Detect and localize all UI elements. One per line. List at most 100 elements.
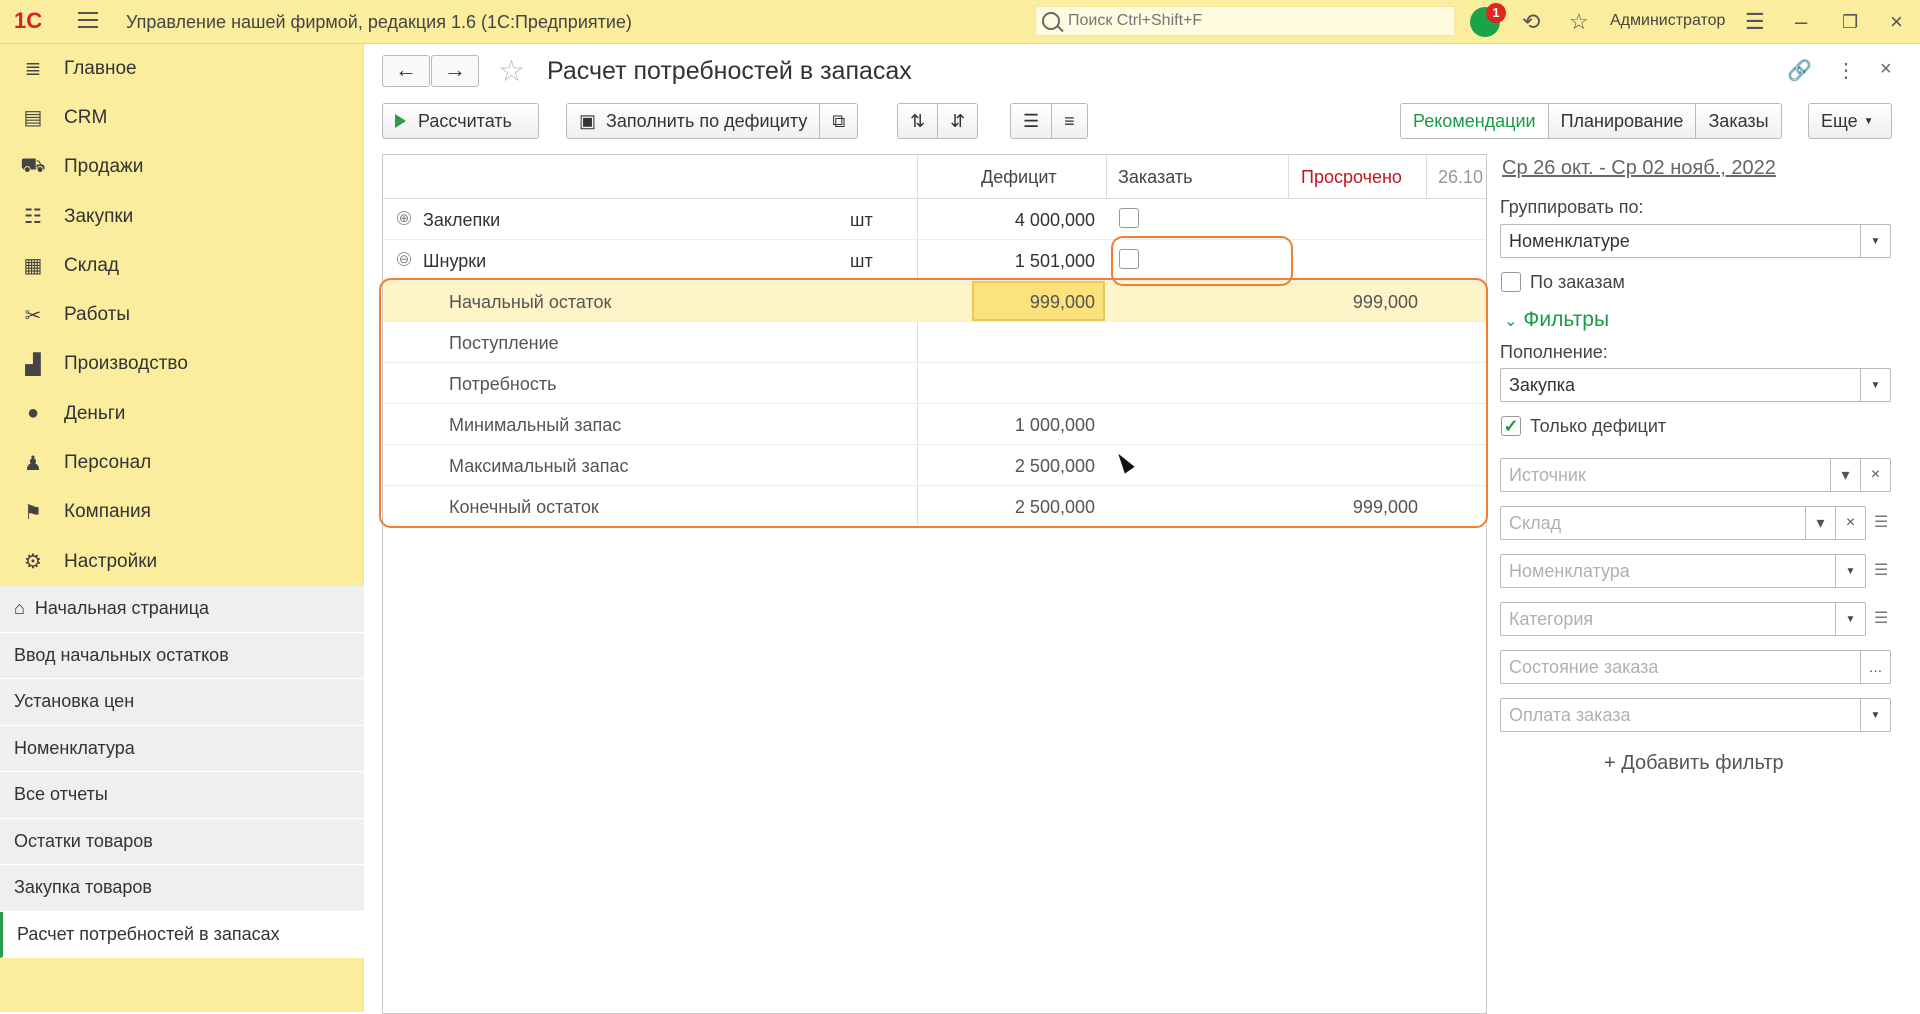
category-field[interactable]: Категория ▼ (1500, 602, 1866, 636)
sidebar-item-company[interactable]: ⚑ Компания (0, 488, 363, 537)
sidebar-item-sales[interactable]: ⛟ Продажи (0, 143, 363, 192)
row-name: Заклепки (423, 210, 501, 230)
open-window-item[interactable]: Закупка товаров (0, 865, 364, 912)
sidebar-item-crm[interactable]: ▤ CRM (0, 93, 363, 142)
header-deficit[interactable]: Дефицит (981, 167, 1057, 188)
open-window-item[interactable]: Остатки товаров (0, 818, 364, 865)
warehouse-field[interactable]: Склад ▾ × (1500, 506, 1866, 540)
ellipsis-icon[interactable]: … (1860, 651, 1890, 683)
collapse-icon[interactable]: ⊖ (397, 252, 411, 266)
factory-icon: ▟ (25, 353, 41, 376)
chevron-down-icon[interactable]: ▼ (1860, 699, 1890, 731)
sidebar-item-main[interactable]: ≣ Главное (0, 44, 363, 93)
open-window-item[interactable]: Установка цен (0, 679, 364, 726)
history-icon[interactable]: ⟲ (1522, 10, 1540, 34)
clear-icon[interactable]: × (1835, 507, 1865, 539)
add-filter-link[interactable]: + Добавить фильтр (1604, 752, 1784, 775)
notifications-icon[interactable]: 1 (1470, 3, 1506, 37)
open-window-item[interactable]: Ввод начальных остатков (0, 632, 364, 679)
chevron-down-icon[interactable]: ▼ (1835, 603, 1865, 635)
header-order[interactable]: Заказать (1118, 167, 1192, 188)
purchase-icon: ☷ (24, 206, 42, 229)
grid-divider (1426, 155, 1427, 199)
user-name[interactable]: Администратор (1610, 12, 1725, 30)
filters-toggle[interactable]: ⌄ Фильтры (1504, 308, 1609, 332)
sort-desc-icon[interactable]: ⇵ (938, 104, 978, 138)
tab-planning[interactable]: Планирование (1548, 104, 1697, 138)
grid-header: Дефицит Заказать Просрочено 26.10 (383, 155, 1486, 199)
tab-recommendations[interactable]: Рекомендации (1401, 104, 1549, 138)
sort-asc-icon[interactable]: ⇅ (898, 104, 939, 138)
calculate-button[interactable]: Рассчитать (382, 103, 539, 139)
header-overdue[interactable]: Просрочено (1301, 167, 1402, 188)
collapse-levels-icon[interactable]: ≡ (1052, 104, 1087, 138)
open-window-item-active[interactable]: Расчет потребностей в запасах (0, 911, 364, 958)
group-by-select[interactable]: Номенклатуре ▼ (1500, 224, 1891, 258)
forward-button[interactable]: → (431, 55, 479, 87)
more-button[interactable]: Еще ▼ (1808, 103, 1892, 139)
close-form-icon[interactable]: × (1880, 58, 1892, 81)
sidebar-item-warehouse[interactable]: ▦ Склад (0, 241, 363, 290)
search-box[interactable] (1035, 6, 1455, 36)
replenish-select[interactable]: Закупка ▼ (1500, 368, 1891, 402)
fill-deficit-button[interactable]: ▣ Заполнить по дефициту (567, 104, 821, 138)
people-icon: ♟ (24, 452, 42, 475)
source-field[interactable]: Источник ▾ × (1500, 458, 1891, 492)
order-checkbox[interactable] (1119, 208, 1139, 228)
table-row[interactable]: ⊕ Заклепки шт 4 000,000 (383, 199, 1486, 240)
list-selection-icon[interactable]: ☰ (1874, 560, 1896, 580)
sidebar-item-settings[interactable]: ⚙ Настройки (0, 537, 363, 586)
more-vertical-icon[interactable]: ⋮ (1836, 58, 1856, 83)
restore-icon[interactable]: ❐ (1842, 10, 1858, 34)
top-bar: 1С Управление нашей фирмой, редакция 1.6… (0, 0, 1920, 44)
dropdown-icon[interactable]: ▾ (1805, 507, 1835, 539)
open-window-item[interactable]: Все отчеты (0, 772, 364, 819)
grid-divider (1288, 155, 1289, 199)
row-unit: шт (850, 251, 873, 271)
nomenclature-field[interactable]: Номенклатура ▼ (1500, 554, 1866, 588)
favorites-icon[interactable]: ☆ (1569, 10, 1589, 34)
open-window-home[interactable]: ⌂ Начальная страница (0, 586, 364, 633)
chevron-down-icon[interactable]: ▼ (1835, 555, 1865, 587)
minimize-icon[interactable]: – (1795, 10, 1807, 34)
back-button[interactable]: ← (382, 55, 430, 87)
order-payment-field[interactable]: Оплата заказа ▼ (1500, 698, 1891, 732)
list-selection-icon[interactable]: ☰ (1874, 512, 1896, 532)
sidebar-item-production[interactable]: ▟ Производство (0, 340, 363, 389)
period-link[interactable]: Ср 26 окт. - Ср 02 нояб., 2022 (1502, 157, 1776, 180)
favorite-star-icon[interactable]: ☆ (498, 54, 525, 89)
1c-logo: 1С (14, 8, 43, 33)
group-by-label: Группировать по: (1500, 197, 1644, 217)
only-deficit-checkbox[interactable]: ✓ (1501, 416, 1521, 436)
clear-icon[interactable]: × (1860, 459, 1890, 491)
close-app-icon[interactable]: × (1890, 10, 1903, 34)
replenish-label: Пополнение: (1500, 342, 1608, 362)
header-date[interactable]: 26.10 (1438, 167, 1483, 188)
table-row[interactable]: ⊖ Шнурки шт 1 501,000 (383, 240, 1486, 281)
link-icon[interactable]: 🔗 (1787, 58, 1812, 83)
expand-levels-icon[interactable]: ☰ (1011, 104, 1053, 138)
fill-icon: ▣ (579, 110, 597, 131)
sidebar-item-money[interactable]: ● Деньги (0, 389, 363, 438)
sidebar-item-works[interactable]: ✂ Работы (0, 290, 363, 339)
open-window-item[interactable]: Номенклатура (0, 725, 364, 772)
chevron-down-icon[interactable]: ▼ (1860, 369, 1890, 401)
row-name: Шнурки (423, 251, 487, 271)
chevron-down-icon[interactable]: ▼ (1860, 225, 1890, 257)
warehouse-icon: ▦ (23, 255, 43, 278)
row-deficit: 4 000,000 (1014, 210, 1095, 230)
chevron-down-icon: ▼ (1863, 115, 1874, 127)
tab-orders[interactable]: Заказы (1696, 104, 1781, 138)
sidebar-item-personnel[interactable]: ♟ Персонал (0, 438, 363, 487)
sidebar-item-purchases[interactable]: ☷ Закупки (0, 192, 363, 241)
expand-icon[interactable]: ⊕ (397, 211, 411, 225)
copy-icon[interactable]: ⧉ (820, 104, 858, 138)
money-icon: ● (26, 402, 40, 425)
by-orders-checkbox[interactable] (1501, 272, 1521, 292)
dropdown-icon[interactable]: ▾ (1830, 459, 1860, 491)
settings-menu-icon[interactable]: ☰ (1745, 10, 1765, 34)
main-menu-icon[interactable] (78, 12, 98, 30)
search-input[interactable] (1068, 11, 1448, 31)
list-selection-icon[interactable]: ☰ (1874, 608, 1896, 628)
order-state-field[interactable]: Состояние заказа… (1500, 650, 1891, 684)
